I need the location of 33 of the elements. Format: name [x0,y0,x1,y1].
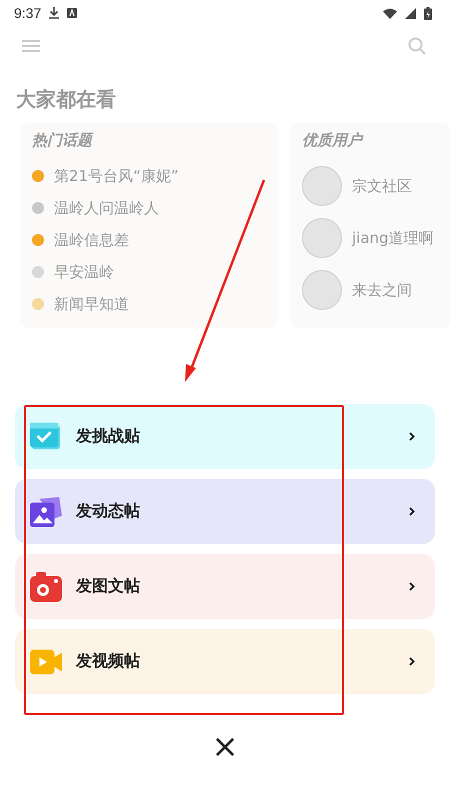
user-name[interactable]: 宗文社区 [352,176,412,196]
card-title: 优质用户 [302,131,364,150]
post-option[interactable]: 发图文帖 [15,554,435,619]
chevron-right-icon [409,657,415,666]
chevron-right-icon [409,432,415,441]
wifi-icon [383,8,397,18]
battery-icon [424,6,432,20]
post-option[interactable]: 发动态帖 [15,479,435,544]
download-icon [49,7,60,19]
topic-item[interactable]: 温岭人问温岭人 [54,198,159,218]
signal-icon [405,8,416,18]
chevron-right-icon [409,582,415,591]
notification-icon [67,8,78,18]
user-name[interactable]: 来去之间 [352,280,412,300]
avatar[interactable] [302,270,342,310]
menu-icon[interactable] [22,39,40,53]
avatar[interactable] [302,218,342,258]
close-button[interactable]: × [208,728,242,764]
post-option[interactable]: 发挑战贴 [15,404,435,469]
user-name[interactable]: jiang道理啊 [352,228,434,248]
post-option[interactable]: 发视频帖 [15,629,435,694]
topic-item[interactable]: 第21号台风“康妮” [54,166,179,186]
status-time: 9:37 [14,5,42,21]
topic-item[interactable]: 早安温岭 [54,262,114,282]
topic-item[interactable]: 温岭信息差 [54,230,129,250]
section-title: 大家都在看 [15,86,117,113]
card-title: 热门话题 [32,131,94,150]
image-icon [30,496,62,528]
chevron-right-icon [409,507,415,516]
search-icon[interactable] [408,37,426,55]
avatar[interactable] [302,166,342,206]
camera-icon [30,570,62,602]
topic-item[interactable]: 新闻早知道 [54,294,129,314]
